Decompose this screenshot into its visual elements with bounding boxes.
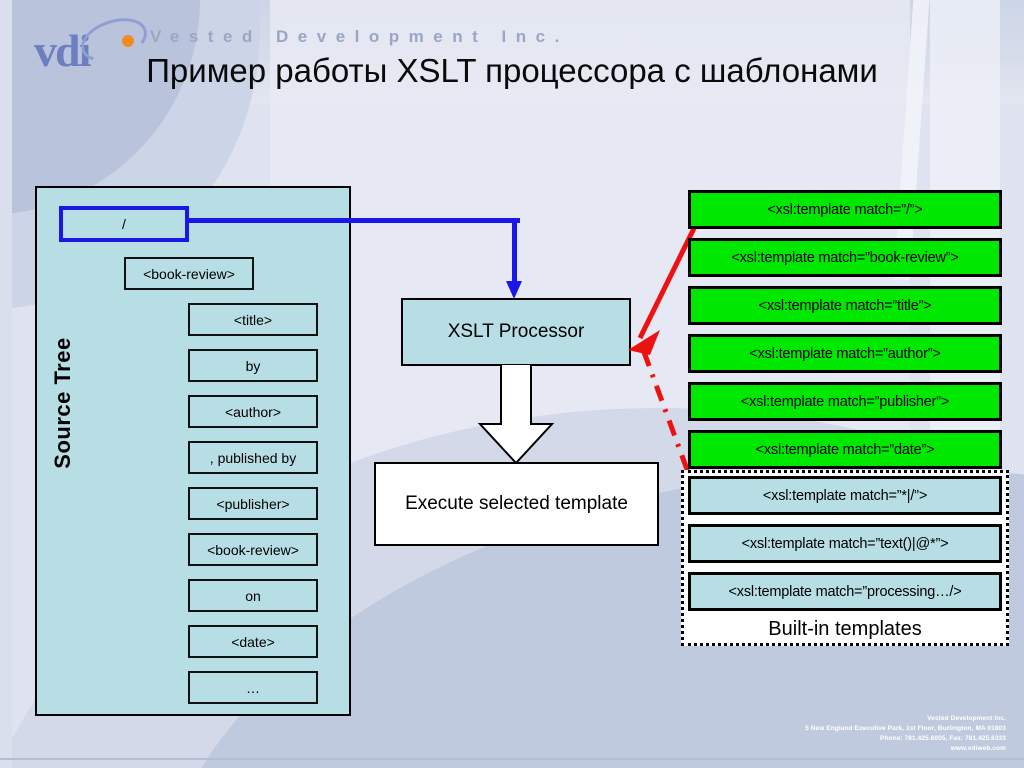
tree-node[interactable]: <title> xyxy=(188,303,318,336)
footer-address: 5 New England Executive Park, 1st Floor,… xyxy=(805,724,1006,732)
source-tree-label: Source Tree xyxy=(50,337,75,469)
template-rule-title[interactable]: <xsl:template match=”title”> xyxy=(688,286,1002,325)
background-left-column xyxy=(0,0,12,768)
template-rule-label: <xsl:template match=”processing…/> xyxy=(728,583,962,600)
footer-company: Vested Development Inc. xyxy=(927,714,1006,722)
execute-template-label: Execute selected template xyxy=(405,493,628,514)
blue-connector-arrowhead-icon xyxy=(506,281,522,299)
tree-node-label: by xyxy=(245,357,261,374)
tree-node-label: , published by xyxy=(209,449,297,466)
footer-contact-block: Vested Development Inc. 5 New England Ex… xyxy=(805,714,1006,754)
tree-node[interactable]: … xyxy=(188,671,318,704)
template-rule-root[interactable]: <xsl:template match=”/”> xyxy=(688,190,1002,229)
builtin-template-any-node[interactable]: <xsl:template match=”*|/”> xyxy=(688,476,1002,515)
template-rule-label: <xsl:template match=”*|/”> xyxy=(762,487,928,504)
template-rule-label: <xsl:template match=”title”> xyxy=(758,297,932,314)
tree-node[interactable]: , published by xyxy=(188,441,318,474)
builtin-template-text-attr[interactable]: <xsl:template match=”text()|@*”> xyxy=(688,524,1002,563)
execute-template-box[interactable]: Execute selected template xyxy=(374,462,659,546)
logo-dot-icon xyxy=(122,35,134,47)
tree-node[interactable]: <author> xyxy=(188,395,318,428)
execute-arrow-shaft xyxy=(500,365,532,427)
tree-node-root[interactable]: / xyxy=(59,206,189,242)
footer-phone: Phone: 781.425.6005, Fax: 781.425.6333 xyxy=(880,734,1006,742)
template-rule-label: <xsl:template match=”publisher”> xyxy=(740,393,950,410)
template-rule-label: <xsl:template match=”text()|@*”> xyxy=(741,535,949,552)
footer-website: www.vdiweb.com xyxy=(950,744,1006,752)
template-rule-date[interactable]: <xsl:template match=”date”> xyxy=(688,430,1002,469)
background-bottom-rule xyxy=(0,758,1024,760)
tree-node-label: <publisher> xyxy=(216,495,290,512)
tree-node-label: … xyxy=(246,679,260,696)
blue-connector-vertical xyxy=(512,218,517,284)
builtin-templates-caption: Built-in templates xyxy=(768,618,922,640)
company-name: Vested Development Inc. xyxy=(150,27,569,46)
tree-node-label: on xyxy=(245,587,261,604)
xslt-processor-box[interactable]: XSLT Processor xyxy=(401,298,631,366)
tree-node[interactable]: by xyxy=(188,349,318,382)
tree-node-label: <book-review> xyxy=(207,541,299,558)
template-rule-label: <xsl:template match=”author”> xyxy=(749,345,941,362)
template-rule-publisher[interactable]: <xsl:template match=”publisher”> xyxy=(688,382,1002,421)
template-rule-book-review[interactable]: <xsl:template match=”book-review”> xyxy=(688,238,1002,277)
page-title: Пример работы XSLT процессора с шаблонам… xyxy=(146,52,878,89)
tree-node[interactable]: <publisher> xyxy=(188,487,318,520)
tree-node[interactable]: on xyxy=(188,579,318,612)
tree-node[interactable]: <date> xyxy=(188,625,318,658)
template-rule-author[interactable]: <xsl:template match=”author”> xyxy=(688,334,1002,373)
builtin-template-processing-instruction[interactable]: <xsl:template match=”processing…/> xyxy=(688,572,1002,611)
template-rule-label: <xsl:template match=”/”> xyxy=(767,201,923,218)
tree-node-label: <title> xyxy=(233,311,273,328)
tree-node-label: <date> xyxy=(231,633,275,650)
xslt-processor-label: XSLT Processor xyxy=(447,321,585,342)
tree-node-label: <book-review> xyxy=(143,265,235,282)
template-rule-label: <xsl:template match=”date”> xyxy=(755,441,935,458)
tree-node-label: <author> xyxy=(224,403,282,420)
slide-canvas: vdi Vested Development Inc. Пример работ… xyxy=(0,0,1024,768)
source-tree-panel: Source Tree / <book-review> <title> by <… xyxy=(35,186,351,716)
tree-node[interactable]: <book-review> xyxy=(188,533,318,566)
tree-node[interactable]: <book-review> xyxy=(124,257,254,290)
template-rule-label: <xsl:template match=”book-review”> xyxy=(731,249,959,266)
tree-node-label: / xyxy=(122,216,126,232)
blue-connector-horizontal xyxy=(186,218,520,223)
